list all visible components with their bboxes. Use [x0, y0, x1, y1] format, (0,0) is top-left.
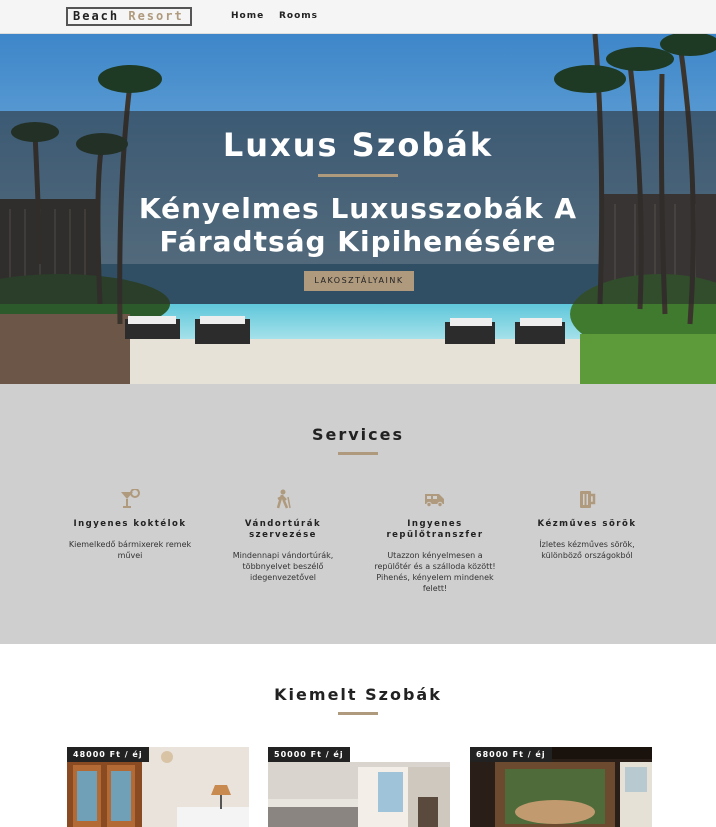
hero-title: Luxus Szobák	[222, 126, 494, 164]
service-card: Ingyenes repülőtranszfer Utazzon kényelm…	[370, 489, 500, 594]
room-card[interactable]: 48000 Ft / éj	[67, 747, 249, 827]
brand-logo[interactable]: Beach Resort	[66, 7, 192, 26]
service-title: Ingyenes koktélok	[73, 519, 187, 529]
top-navbar: Beach Resort Home Rooms	[0, 0, 716, 34]
service-card: Ingyenes koktélok Kiemelkedő bármixerek …	[65, 489, 195, 561]
suites-button[interactable]: LAKOSZTÁLYAINK	[304, 271, 414, 291]
beer-icon	[580, 491, 596, 508]
room-card[interactable]: 50000 Ft / éj	[268, 747, 450, 827]
hiking-icon	[276, 489, 291, 509]
cocktail-icon	[121, 489, 140, 508]
room-price-badge: 68000 Ft / éj	[470, 747, 552, 762]
logo-word-resort: Resort	[128, 9, 184, 23]
room-price-badge: 50000 Ft / éj	[268, 747, 350, 762]
services-title-underline	[338, 452, 378, 455]
service-card: Kézműves sörök Ízletes kézműves sörök, k…	[522, 489, 652, 561]
nav-link-rooms[interactable]: Rooms	[279, 11, 318, 21]
service-description: Ízletes kézműves sörök, különböző ország…	[539, 540, 635, 560]
service-title: Kézműves sörök	[537, 519, 637, 529]
shuttle-van-icon	[425, 494, 444, 508]
hero-subtitle: Kényelmes Luxusszobák A Fáradtság Kipihe…	[138, 192, 578, 258]
logo-word-beach: Beach	[73, 9, 120, 23]
service-title: Ingyenes repülőtranszfer	[386, 519, 484, 540]
room-card[interactable]: 68000 Ft / éj	[470, 747, 652, 827]
room-price-badge: 48000 Ft / éj	[67, 747, 149, 762]
featured-rooms-section: Kiemelt Szobák 48000 Ft / éj 50000 Ft / …	[0, 644, 716, 827]
service-title: Vándortúrák szervezése	[244, 519, 322, 540]
service-description: Kiemelkedő bármixerek remek művei	[68, 540, 192, 560]
services-section: Services Ingyenes koktélok Kiemelkedő bá…	[0, 384, 716, 644]
hero-title-underline	[318, 174, 398, 177]
featured-rooms-title-underline	[338, 712, 378, 715]
service-description: Utazzon kényelmesen a repülőtér és a szá…	[374, 551, 496, 593]
featured-rooms-title: Kiemelt Szobák	[274, 685, 442, 704]
services-title: Services	[311, 425, 405, 444]
service-card: Vándortúrák szervezése Mindennapi vándor…	[218, 489, 348, 583]
nav-link-home[interactable]: Home	[231, 11, 264, 21]
service-description: Mindennapi vándortúrák, többnyelvet besz…	[232, 551, 334, 582]
hero-banner: Luxus Szobák Kényelmes Luxusszobák A Fár…	[0, 34, 716, 384]
